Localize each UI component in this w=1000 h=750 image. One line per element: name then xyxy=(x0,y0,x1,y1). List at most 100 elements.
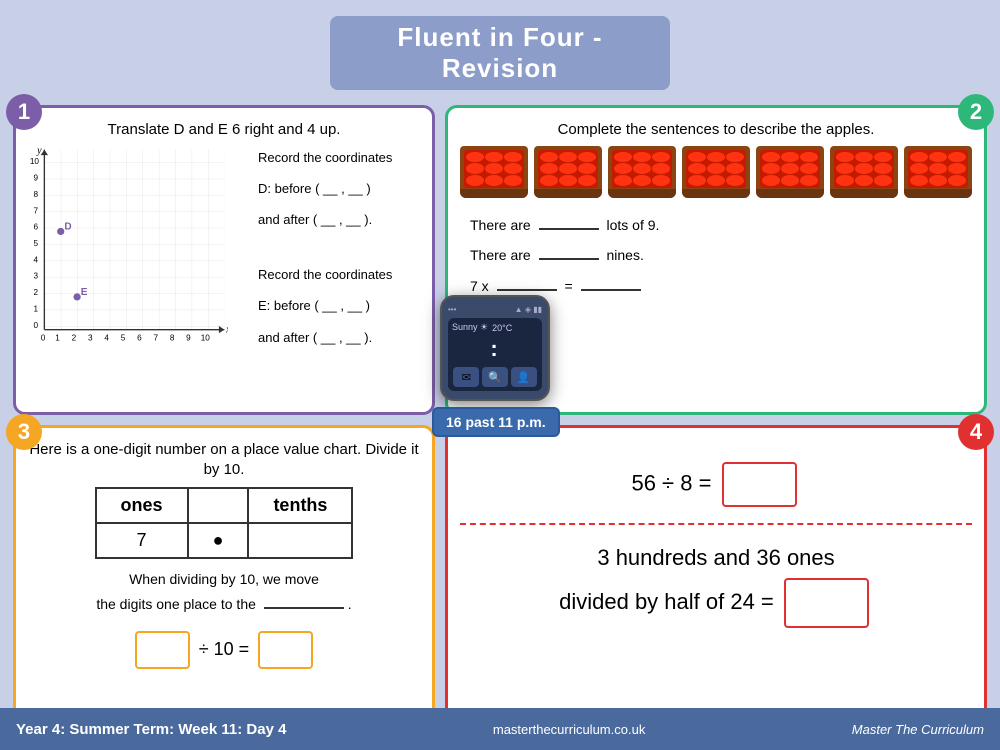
footer-right: Master The Curriculum xyxy=(852,722,984,737)
svg-text:4: 4 xyxy=(33,255,38,264)
svg-text:y: y xyxy=(36,146,42,156)
q3-sentence: When dividing by 10, we movethe digits o… xyxy=(28,567,420,617)
apples-row xyxy=(460,146,972,198)
svg-text:6: 6 xyxy=(33,222,38,231)
q1-coord-info: Record the coordinates D: before ( __ , … xyxy=(258,146,420,358)
place-value-table: ones tenths 7 ● xyxy=(95,487,354,559)
svg-text:6: 6 xyxy=(137,333,142,342)
svg-text:3: 3 xyxy=(33,271,38,280)
badge-4: 4 xyxy=(958,414,994,450)
q4-calc1: 56 ÷ 8 = xyxy=(460,460,972,509)
apple-crate xyxy=(830,146,898,198)
svg-text:1: 1 xyxy=(55,333,60,342)
badge-3: 3 xyxy=(6,414,42,450)
svg-text:0: 0 xyxy=(41,333,46,342)
value-cell: 7 xyxy=(96,523,188,558)
q4-divider xyxy=(460,523,972,525)
calc-prefix: ÷ 10 = xyxy=(199,639,249,659)
dot-cell: ● xyxy=(188,523,249,558)
watch-weather: Sunny ☀ 20°C xyxy=(452,322,538,333)
watch-icon-search[interactable]: 🔍 xyxy=(482,367,508,387)
apple-crate xyxy=(756,146,824,198)
col-dot xyxy=(188,488,249,523)
svg-text:8: 8 xyxy=(170,333,175,342)
apple-sentence-1: There are lots of 9. xyxy=(470,210,962,241)
apple-crate xyxy=(682,146,750,198)
apple-crate xyxy=(534,146,602,198)
q1-instruction: Translate D and E 6 right and 4 up. xyxy=(28,120,420,140)
q3-calc: ÷ 10 = xyxy=(28,629,420,671)
badge-1: 1 xyxy=(6,94,42,130)
coordinate-grid: x y 0 1 2 3 4 5 6 7 8 9 10 0 xyxy=(28,146,228,346)
watch-screen: Sunny ☀ 20°C : ✉ 🔍 👤 xyxy=(448,318,542,391)
watch-icon-user[interactable]: 👤 xyxy=(511,367,537,387)
svg-text:5: 5 xyxy=(33,239,38,248)
svg-text:2: 2 xyxy=(33,288,38,297)
svg-text:D: D xyxy=(64,221,71,232)
svg-text:x: x xyxy=(225,324,228,335)
col-ones: ones xyxy=(96,488,188,523)
tenths-empty xyxy=(248,523,352,558)
svg-text:8: 8 xyxy=(33,189,38,198)
watch-dots: ••• xyxy=(448,305,456,314)
apple-sentence-2: There are nines. xyxy=(470,240,962,271)
q4-calc1-text: 56 ÷ 8 = xyxy=(631,470,711,495)
footer: Year 4: Summer Term: Week 11: Day 4 mast… xyxy=(0,708,1000,750)
q1-grid-area: x y 0 1 2 3 4 5 6 7 8 9 10 0 xyxy=(28,146,248,358)
blank-2[interactable] xyxy=(539,258,599,260)
watch-temp: 20°C xyxy=(492,323,512,333)
blank-1[interactable] xyxy=(539,228,599,230)
svg-text:9: 9 xyxy=(186,333,191,342)
blank-4[interactable] xyxy=(581,289,641,291)
blank-direction[interactable] xyxy=(264,607,344,609)
col-tenths: tenths xyxy=(248,488,352,523)
apple-crate xyxy=(608,146,676,198)
coord-info-d-after: and after ( __ , __ ). xyxy=(258,208,420,231)
apple-sentences: There are lots of 9. There are nines. 7 … xyxy=(460,210,972,302)
svg-text:10: 10 xyxy=(30,157,40,166)
watch-icon-mail[interactable]: ✉ xyxy=(453,367,479,387)
badge-2: 2 xyxy=(958,94,994,130)
q3-description: When dividing by 10, we movethe digits o… xyxy=(28,567,420,617)
apple-crate xyxy=(460,146,528,198)
watch-signal: ▲ ◈ ▮▮ xyxy=(515,305,542,314)
svg-text:2: 2 xyxy=(72,333,77,342)
svg-text:7: 7 xyxy=(33,206,38,215)
blank-3[interactable] xyxy=(497,289,557,291)
watch-top-bar: ••• ▲ ◈ ▮▮ xyxy=(448,305,542,314)
svg-text:4: 4 xyxy=(104,333,109,342)
q4-calc2: 3 hundreds and 36 onesdivided by half of… xyxy=(460,539,972,630)
coord-info-e: E: before ( __ , __ ) xyxy=(258,294,420,317)
quadrant-4: 4 56 ÷ 8 = 3 hundreds and 36 onesdivided… xyxy=(445,425,987,735)
quadrant-3: 3 Here is a one-digit number on a place … xyxy=(13,425,435,735)
answer-box-right[interactable] xyxy=(258,631,313,669)
answer-box-left[interactable] xyxy=(135,631,190,669)
q4-answer2[interactable] xyxy=(784,578,869,628)
svg-text:0: 0 xyxy=(33,320,38,329)
svg-text:E: E xyxy=(81,287,88,298)
watch-weather-text: Sunny ☀ xyxy=(452,322,488,333)
q4-answer1[interactable] xyxy=(722,462,797,507)
coord-info-e-title: Record the coordinates xyxy=(258,263,420,286)
footer-left: Year 4: Summer Term: Week 11: Day 4 xyxy=(16,721,286,738)
q1-content: x y 0 1 2 3 4 5 6 7 8 9 10 0 xyxy=(28,146,420,358)
page-title: Fluent in Four - Revision xyxy=(350,22,650,84)
watch-icons: ✉ 🔍 👤 xyxy=(452,367,538,387)
svg-text:10: 10 xyxy=(201,333,211,342)
coord-info-d: D: before ( __ , __ ) xyxy=(258,177,420,200)
apple-crate xyxy=(904,146,972,198)
footer-center: masterthecurriculum.co.uk xyxy=(493,722,645,737)
svg-text:5: 5 xyxy=(121,333,126,342)
watch-time: : xyxy=(452,336,538,362)
svg-text:7: 7 xyxy=(153,333,158,342)
svg-text:1: 1 xyxy=(33,304,38,313)
watch-label: 16 past 11 p.m. xyxy=(432,407,560,437)
coord-info-e-after: and after ( __ , __ ). xyxy=(258,326,420,349)
q2-instruction: Complete the sentences to describe the a… xyxy=(460,120,972,140)
svg-text:9: 9 xyxy=(33,173,38,182)
svg-text:3: 3 xyxy=(88,333,93,342)
quadrant-1: 1 Translate D and E 6 right and 4 up. xyxy=(13,105,435,415)
q3-instruction: Here is a one-digit number on a place va… xyxy=(28,440,420,479)
smartwatch: ••• ▲ ◈ ▮▮ Sunny ☀ 20°C : ✉ 🔍 👤 16 past … xyxy=(440,295,550,401)
coord-info-d-title: Record the coordinates xyxy=(258,146,420,169)
